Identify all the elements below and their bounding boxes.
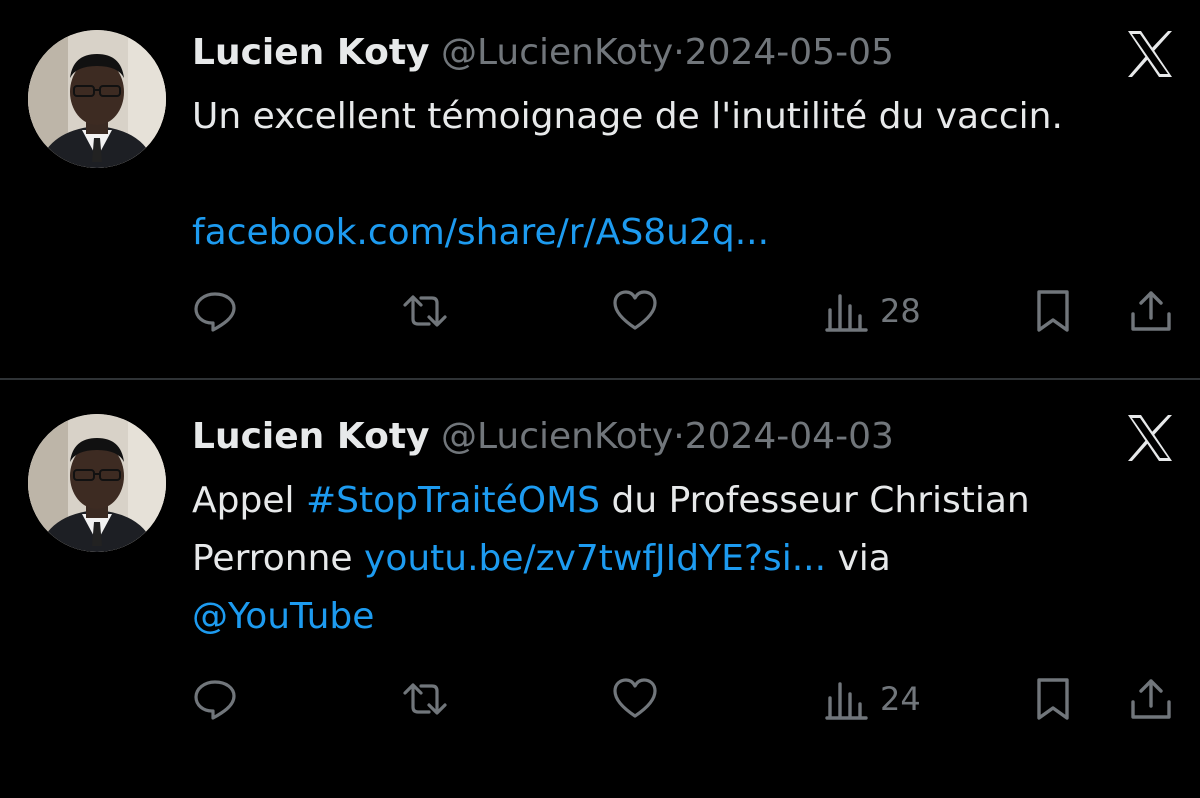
x-logo-icon [1124,28,1176,80]
tweet-header: Lucien Koty @LucienKoty·2024-04-03 [192,412,1100,462]
bookmark-button[interactable] [1030,674,1076,724]
author-name[interactable]: Lucien Koty [192,416,430,457]
separator: · [673,32,685,73]
bookmark-icon [1030,288,1076,334]
heart-icon [612,288,658,334]
tweet-date[interactable]: 2024-05-05 [685,32,894,73]
tweet-text-segment: Appel [192,480,306,521]
like-button[interactable] [612,674,658,724]
tweet-date[interactable]: 2024-04-03 [685,416,894,457]
retweet-icon [402,288,448,334]
reply-icon [192,676,238,722]
share-icon [1128,288,1174,334]
mention-link[interactable]: @YouTube [192,596,374,637]
author-handle[interactable]: @LucienKoty [441,416,673,457]
reply-button[interactable] [192,286,238,336]
views-icon [824,676,870,722]
tweet[interactable]: Lucien Koty @LucienKoty·2024-04-03 Appel… [0,380,1200,758]
heart-icon [612,676,658,722]
author-handle[interactable]: @LucienKoty [441,32,673,73]
hashtag-link[interactable]: #StopTraitéOMS [306,480,600,521]
bookmark-button[interactable] [1030,286,1076,336]
tweet-actions: 24 [192,674,1180,724]
reply-button[interactable] [192,674,238,724]
reply-icon [192,288,238,334]
views-count: 28 [880,292,921,330]
tweet-text-line: Un excellent témoignage de l'inutilité d… [192,96,1063,137]
avatar[interactable] [28,414,166,552]
share-icon [1128,676,1174,722]
tweet-text: Un excellent témoignage de l'inutilité d… [192,88,1180,262]
views-count: 24 [880,680,921,718]
like-button[interactable] [612,286,658,336]
tweet-link[interactable]: facebook.com/share/r/AS8u2q... [192,212,769,253]
bookmark-icon [1030,676,1076,722]
separator: · [673,416,685,457]
retweet-icon [402,676,448,722]
views-button[interactable]: 24 [824,674,921,724]
views-button[interactable]: 28 [824,286,921,336]
tweet-actions: 28 [192,286,1180,336]
tweet-text-segment: du Professeur Christian [600,480,1030,521]
share-button[interactable] [1128,286,1174,336]
tweet[interactable]: Lucien Koty @LucienKoty·2024-05-05 Un ex… [0,0,1200,378]
tweet-header: Lucien Koty @LucienKoty·2024-05-05 [192,28,1100,78]
retweet-button[interactable] [402,286,448,336]
author-name[interactable]: Lucien Koty [192,32,430,73]
avatar[interactable] [28,30,166,168]
retweet-button[interactable] [402,674,448,724]
tweet-text-segment: via [826,538,891,579]
tweet-text: Appel #StopTraitéOMS du Professeur Chris… [192,472,1180,646]
share-button[interactable] [1128,674,1174,724]
tweet-link[interactable]: youtu.be/zv7twfJIdYE?si... [364,538,826,579]
tweet-text-segment: Perronne [192,538,365,579]
x-logo-icon [1124,412,1176,464]
views-icon [824,288,870,334]
